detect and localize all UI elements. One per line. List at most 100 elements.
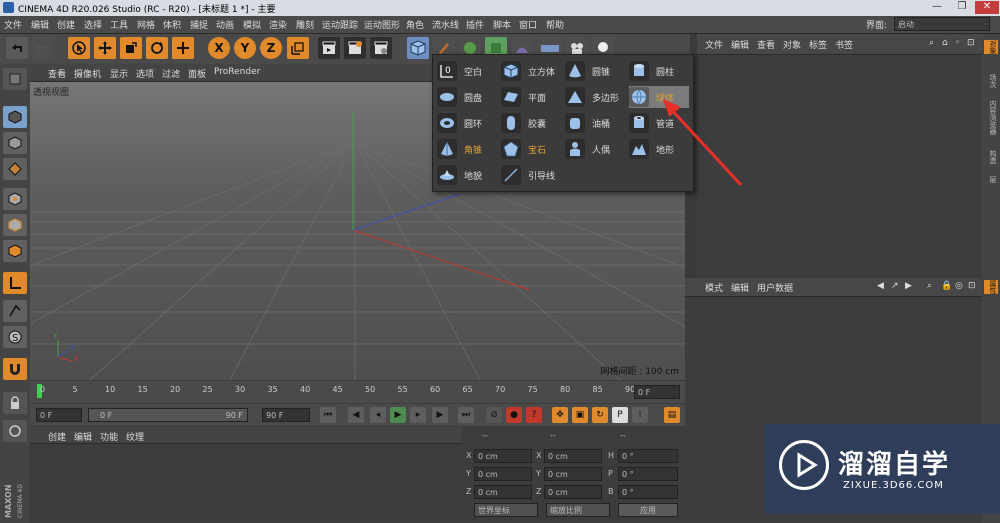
rotate-tool-button[interactable]	[146, 37, 168, 59]
scale-select[interactable]: 缩放比例	[546, 503, 610, 517]
attr-menu-mode[interactable]: 模式	[705, 281, 723, 294]
magnet-button[interactable]	[3, 358, 27, 380]
minimize-button[interactable]: —	[925, 1, 949, 14]
render-view-button[interactable]	[318, 37, 340, 59]
current-frame-field[interactable]: 0 F	[634, 385, 680, 399]
play-button[interactable]: ▶	[390, 407, 406, 423]
render-to-picture-viewer-button[interactable]	[344, 37, 366, 59]
snap-button[interactable]: S	[3, 326, 27, 348]
menu-tools[interactable]: 工具	[110, 18, 128, 31]
primitive-platonic[interactable]: 宝石	[501, 138, 563, 160]
menu-animate[interactable]: 动画	[216, 18, 234, 31]
menu-character[interactable]: 角色	[406, 18, 424, 31]
primitive-relief[interactable]: 地貌	[437, 164, 499, 186]
object-menu-bookmarks[interactable]: 书签	[835, 38, 853, 51]
key-parameter-button[interactable]: P	[612, 407, 628, 423]
y-axis-button[interactable]: Y	[234, 37, 256, 59]
workplane-button[interactable]	[3, 420, 27, 442]
primitive-figure[interactable]: 人偶	[565, 138, 627, 160]
record-active-objects-button[interactable]: ●	[506, 407, 522, 423]
edges-mode-button[interactable]	[3, 214, 27, 236]
primitive-plane[interactable]: 平面	[501, 86, 563, 108]
attr-search-icon[interactable]: ⌕	[927, 281, 932, 291]
texture-mode-button[interactable]	[3, 132, 27, 154]
menu-help[interactable]: 帮助	[546, 18, 564, 31]
layout-select[interactable]: 启动	[894, 17, 990, 31]
menu-pipeline[interactable]: 流水线	[432, 18, 459, 31]
viewport-menu-prorender[interactable]: ProRender	[214, 67, 260, 77]
frame-range-slider[interactable]: 0 F 90 F	[88, 408, 248, 422]
previous-frame-button[interactable]: ◂	[370, 407, 386, 423]
attr-lock-icon[interactable]: 🔒	[941, 281, 952, 291]
primitive-cube[interactable]: 立方体	[501, 60, 563, 82]
tweak-button[interactable]	[3, 300, 27, 322]
tab-layers[interactable]: 层	[984, 176, 998, 183]
autokey-button[interactable]: ?	[526, 407, 542, 423]
move-tool-button[interactable]	[94, 37, 116, 59]
attr-menu-userdata[interactable]: 用户数据	[757, 281, 793, 294]
material-menu-edit[interactable]: 编辑	[74, 430, 92, 443]
object-search-icon[interactable]: ⌕	[929, 38, 934, 48]
primitive-torus[interactable]: 圆环	[437, 112, 499, 134]
tab-structure[interactable]: 构造	[984, 150, 998, 164]
tab-takes[interactable]: 场次	[984, 74, 998, 88]
primitive-cone[interactable]: 圆锥	[565, 60, 627, 82]
object-menu-tags[interactable]: 标签	[809, 38, 827, 51]
key-position-button[interactable]: ✥	[552, 407, 568, 423]
menu-file[interactable]: 文件	[4, 18, 22, 31]
tab-content-browser[interactable]: 内容浏览器	[984, 100, 998, 135]
primitive-pyramid[interactable]: 角锥	[437, 138, 499, 160]
scale-tool-button[interactable]	[120, 37, 142, 59]
transform-tool-button[interactable]	[172, 37, 194, 59]
viewport-menu-camera[interactable]: 摄像机	[74, 67, 101, 80]
end-frame-field[interactable]: 90 F	[262, 408, 310, 422]
world-coordinates-select[interactable]: 世界坐标	[474, 503, 538, 517]
object-menu-view[interactable]: 查看	[757, 38, 775, 51]
close-button[interactable]: ✕	[975, 1, 999, 14]
viewport-menu-filter[interactable]: 过滤	[162, 67, 180, 80]
menu-motion-tracking[interactable]: 运动跟踪	[322, 18, 358, 31]
object-menu-edit[interactable]: 编辑	[731, 38, 749, 51]
key-rotation-button[interactable]: ↻	[592, 407, 608, 423]
enable-axis-button[interactable]	[3, 272, 27, 294]
object-home-icon[interactable]: ⌂	[942, 38, 948, 48]
attr-menu-edit[interactable]: 编辑	[731, 281, 749, 294]
menu-script[interactable]: 脚本	[493, 18, 511, 31]
polygons-mode-button[interactable]	[3, 240, 27, 262]
record-disabled-button[interactable]: ⊘	[486, 407, 502, 423]
menu-render[interactable]: 渲染	[269, 18, 287, 31]
menu-simulate[interactable]: 模拟	[243, 18, 261, 31]
attr-expand-icon[interactable]: ⊡	[968, 281, 976, 291]
tab-objects[interactable]: 对象	[984, 40, 998, 54]
workplane-mode-button[interactable]	[3, 158, 27, 180]
go-to-end-button[interactable]: ⏭	[458, 407, 474, 423]
primitive-disc[interactable]: 圆盘	[437, 86, 499, 108]
viewport-menu-options[interactable]: 选项	[136, 67, 154, 80]
viewport-menu-display[interactable]: 显示	[110, 67, 128, 80]
material-menu-create[interactable]: 创建	[48, 430, 66, 443]
object-menu-file[interactable]: 文件	[705, 38, 723, 51]
object-expand-icon[interactable]: ⊡	[967, 38, 975, 48]
start-frame-field[interactable]: 0 F	[36, 408, 82, 422]
key-scale-button[interactable]: ▣	[572, 407, 588, 423]
key-pla-button[interactable]: ⁞	[632, 407, 648, 423]
menu-create[interactable]: 创建	[57, 18, 75, 31]
rotation-h-field[interactable]: 0 °	[618, 449, 678, 463]
next-keyframe-button[interactable]: ▶	[432, 407, 448, 423]
menu-mograph[interactable]: 运动图形	[364, 18, 400, 31]
attr-settings-icon[interactable]: ◎	[955, 281, 963, 291]
position-x-field[interactable]: 0 cm	[474, 449, 532, 463]
position-z-field[interactable]: 0 cm	[474, 485, 532, 499]
previous-keyframe-button[interactable]: ◀	[348, 407, 364, 423]
live-select-button[interactable]	[68, 37, 90, 59]
go-to-start-button[interactable]: ⏮	[320, 407, 336, 423]
primitive-cylinder[interactable]: 圆柱	[629, 60, 689, 82]
menu-snap[interactable]: 捕捉	[190, 18, 208, 31]
material-menu-function[interactable]: 功能	[100, 430, 118, 443]
next-frame-button[interactable]: ▸	[410, 407, 426, 423]
object-new-view-icon[interactable]: ◦	[955, 38, 960, 48]
object-menu-objects[interactable]: 对象	[783, 38, 801, 51]
primitive-guide[interactable]: 引导线	[501, 164, 563, 186]
primitive-null[interactable]: 0 空白	[437, 60, 499, 82]
cube-primitive-button[interactable]	[407, 37, 429, 59]
